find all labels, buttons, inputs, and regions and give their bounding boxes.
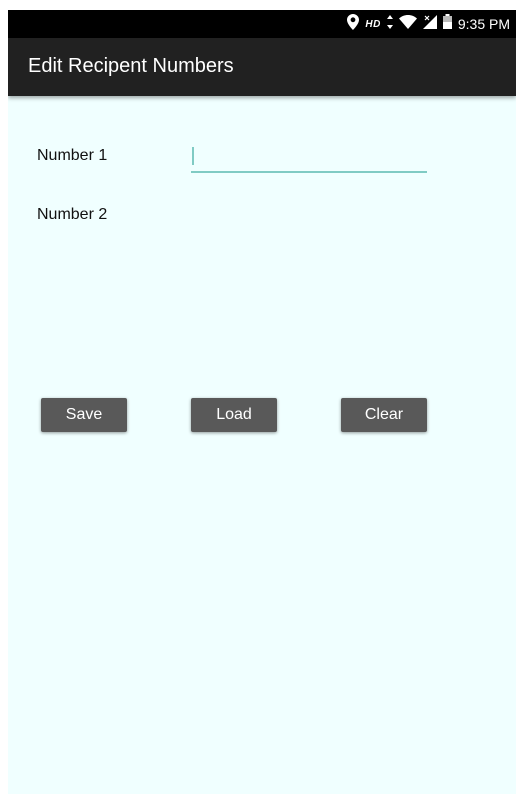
signal-icon (422, 14, 437, 34)
wifi-icon (398, 14, 417, 34)
app-screen: HD 9:35 PM Edit Recipent Numbers Number … (8, 10, 516, 794)
number2-label: Number 2 (37, 206, 108, 223)
number2-input[interactable] (191, 200, 431, 230)
data-arrows-icon (386, 14, 393, 34)
clear-button[interactable]: Clear (341, 398, 427, 432)
status-time: 9:35 PM (457, 16, 510, 32)
load-button[interactable]: Load (191, 398, 277, 432)
location-icon (347, 13, 360, 35)
number1-field-container[interactable] (191, 141, 431, 173)
number1-label: Number 1 (37, 147, 108, 164)
app-bar: Edit Recipent Numbers (8, 38, 516, 96)
save-button[interactable]: Save (41, 398, 127, 432)
battery-icon (442, 14, 452, 34)
hd-indicator: HD (365, 18, 381, 30)
status-icons: HD 9:35 PM (347, 10, 510, 38)
text-cursor (192, 147, 194, 165)
page-title: Edit Recipent Numbers (28, 55, 234, 77)
number1-input[interactable] (191, 141, 431, 171)
status-bar: HD 9:35 PM (8, 10, 516, 38)
number2-field-container[interactable] (191, 200, 431, 230)
